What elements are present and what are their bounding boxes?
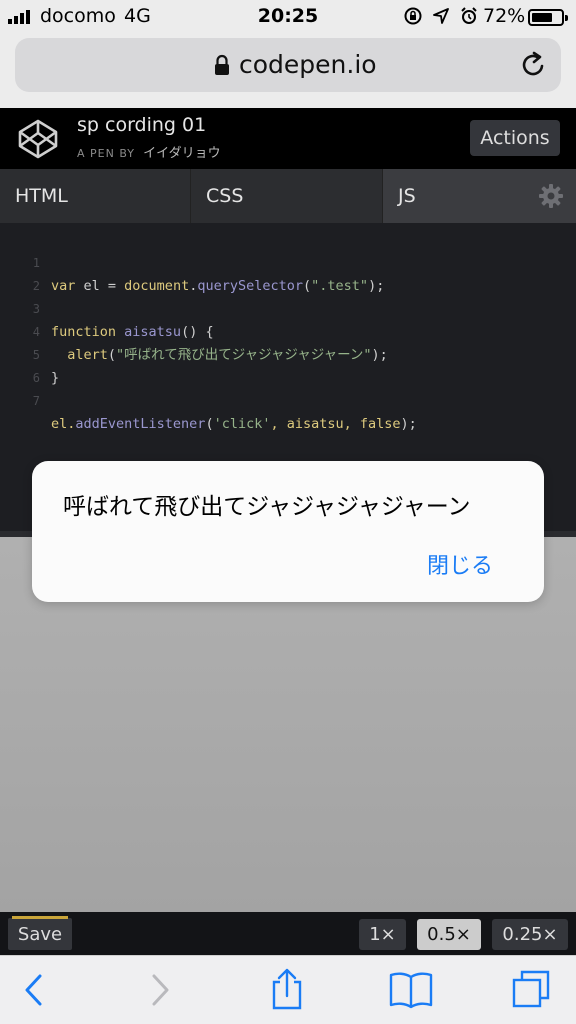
codepen-header: sp cording 01 A PEN BY イイダリョウ Actions — [0, 108, 576, 169]
alert-close-button[interactable]: 閉じる — [427, 548, 493, 580]
gear-icon[interactable] — [538, 183, 564, 209]
zoom-025x-button[interactable]: 0.25× — [492, 919, 568, 950]
reload-icon[interactable] — [521, 51, 547, 79]
pen-author[interactable]: イイダリョウ — [143, 146, 220, 161]
battery-percentage: 72% — [483, 5, 526, 27]
browser-address-area: codepen.io — [0, 34, 576, 108]
save-button[interactable]: Save — [8, 916, 72, 950]
safari-toolbar — [0, 955, 576, 1024]
bookmarks-icon[interactable] — [389, 971, 433, 1009]
address-bar[interactable]: codepen.io — [15, 38, 561, 92]
code-line: 3 function aisatsu() { — [32, 302, 214, 340]
pen-by-label: A PEN BY — [77, 147, 135, 160]
rotation-lock-icon — [404, 7, 422, 25]
back-icon[interactable] — [22, 972, 44, 1008]
codepen-logo-icon[interactable] — [16, 117, 60, 161]
code-line: 7 el.addEventListener('click', aisatsu, … — [32, 394, 417, 432]
battery-level — [532, 13, 553, 22]
tab-html[interactable]: HTML — [0, 169, 191, 223]
pen-title: sp cording 01 — [77, 114, 207, 136]
alarm-icon — [461, 7, 477, 24]
pen-author-line: A PEN BY イイダリョウ — [77, 142, 221, 161]
battery-icon — [528, 9, 568, 26]
lock-icon — [215, 54, 229, 75]
status-icons — [404, 7, 478, 25]
code-line: 4 alert("呼ばれて飛び出てジャジャジャジャーン"); — [32, 325, 388, 363]
code-line: 1 var el = document.querySelector(".test… — [32, 256, 385, 294]
zoom-05x-button[interactable]: 0.5× — [417, 919, 481, 950]
code-line: 2 — [32, 279, 40, 293]
alert-dialog: 呼ばれて飛び出てジャジャジャジャーン 閉じる — [32, 461, 544, 602]
forward-icon[interactable] — [150, 972, 172, 1008]
codepen-bottom-bar: Save 1× 0.5× 0.25× — [0, 912, 576, 955]
status-bar: docomo 4G 20:25 72% — [0, 0, 576, 34]
actions-button[interactable]: Actions — [470, 120, 560, 156]
tab-css[interactable]: CSS — [191, 169, 383, 223]
tabs-icon[interactable] — [511, 969, 551, 1009]
location-icon — [433, 8, 449, 24]
editor-tabs: HTML CSS JS — [0, 169, 576, 223]
code-line: 6 — [32, 371, 40, 385]
share-icon[interactable] — [269, 967, 305, 1011]
alert-message: 呼ばれて飛び出てジャジャジャジャーン — [63, 494, 471, 520]
code-line: 5 } — [32, 348, 60, 386]
url-text: codepen.io — [239, 50, 377, 79]
zoom-1x-button[interactable]: 1× — [359, 919, 406, 950]
